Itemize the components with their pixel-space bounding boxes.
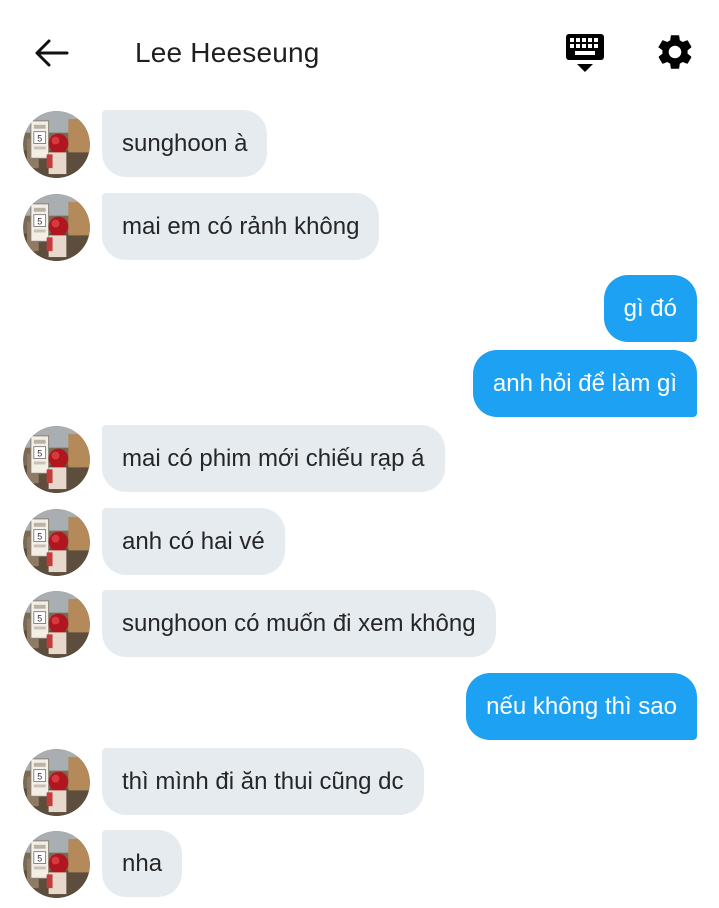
avatar[interactable] xyxy=(23,591,90,658)
avatar[interactable] xyxy=(23,509,90,576)
message-bubble-incoming[interactable]: mai em có rảnh không xyxy=(102,193,380,260)
message-row: sunghoon à xyxy=(0,110,719,178)
message-row: nếu không thì sao xyxy=(0,673,719,740)
message-bubble-incoming[interactable]: thì mình đi ăn thui cũng dc xyxy=(102,748,424,815)
message-bubble-incoming[interactable]: nha xyxy=(102,830,183,897)
message-row: mai có phim mới chiếu rạp á xyxy=(0,425,719,493)
message-bubble-incoming[interactable]: mai có phim mới chiếu rạp á xyxy=(102,425,445,492)
message-row: sunghoon có muốn đi xem không xyxy=(0,590,719,658)
message-row: thì mình đi ăn thui cũng dc xyxy=(0,748,719,816)
message-bubble-incoming[interactable]: sunghoon à xyxy=(102,110,268,177)
message-row: gì đó xyxy=(0,275,719,342)
avatar[interactable] xyxy=(23,111,90,178)
message-list[interactable]: sunghoon à mai em có rảnh không gì đó an… xyxy=(0,0,719,908)
avatar[interactable] xyxy=(23,831,90,898)
message-bubble-incoming[interactable]: anh có hai vé xyxy=(102,508,285,575)
avatar[interactable] xyxy=(23,194,90,261)
message-row: anh có hai vé xyxy=(0,508,719,576)
message-bubble-outgoing[interactable]: nếu không thì sao xyxy=(466,673,697,740)
message-bubble-outgoing[interactable]: anh hỏi để làm gì xyxy=(472,350,697,417)
message-row: anh hỏi để làm gì xyxy=(0,350,719,417)
message-row: nha xyxy=(0,830,719,898)
message-bubble-incoming[interactable]: sunghoon có muốn đi xem không xyxy=(102,590,496,657)
message-bubble-outgoing[interactable]: gì đó xyxy=(603,275,697,342)
avatar[interactable] xyxy=(23,426,90,493)
message-row: mai em có rảnh không xyxy=(0,193,719,261)
avatar[interactable] xyxy=(23,749,90,816)
